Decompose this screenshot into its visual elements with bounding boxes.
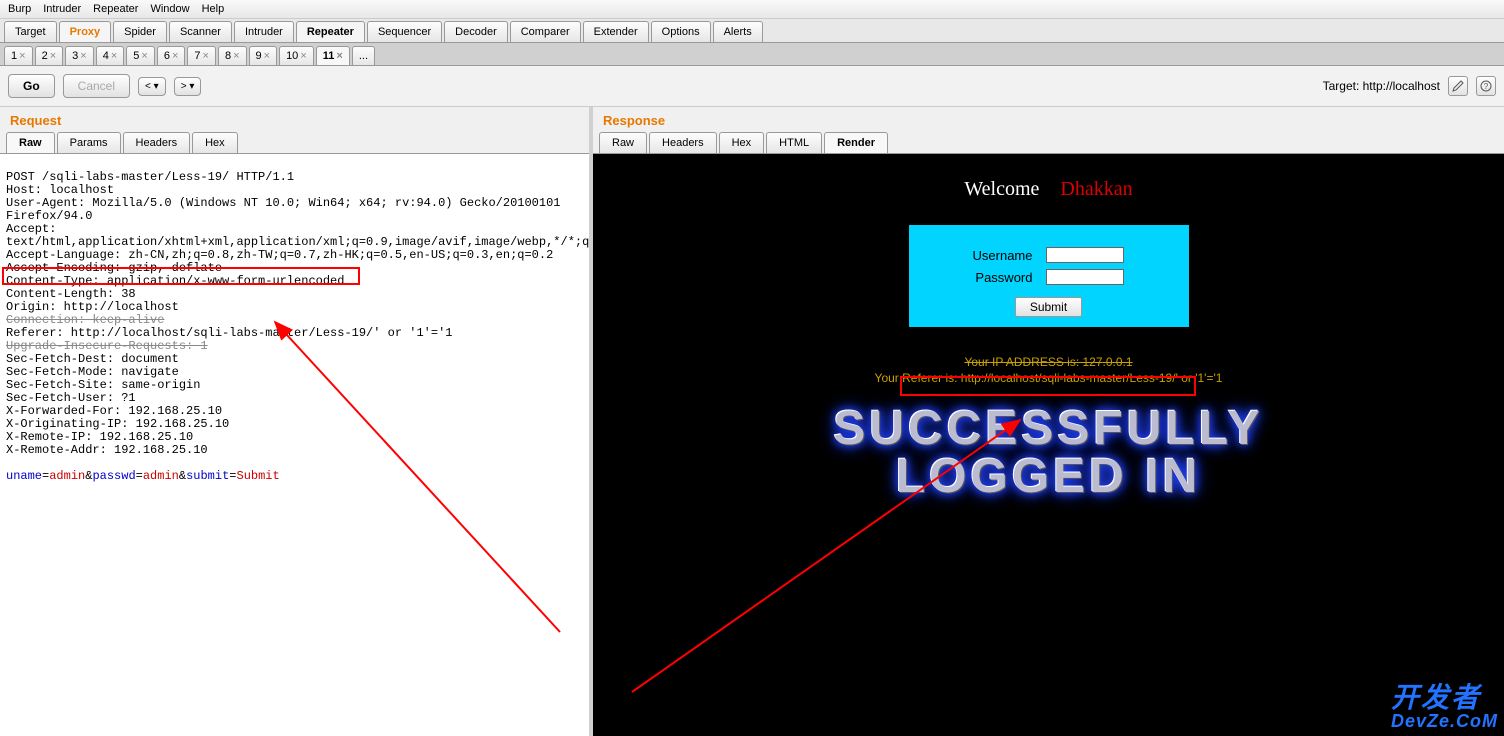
- request-tab-raw[interactable]: Raw: [6, 132, 55, 153]
- session-tab-6[interactable]: 6×: [157, 46, 186, 65]
- response-tab-render[interactable]: Render: [824, 132, 888, 153]
- response-pane: Response Raw Headers Hex HTML Render Wel…: [593, 107, 1504, 736]
- username-label: Username: [967, 245, 1039, 265]
- request-tab-headers[interactable]: Headers: [123, 132, 191, 153]
- watermark: 开发者 DevZe.CoM: [1391, 684, 1498, 730]
- tab-sequencer[interactable]: Sequencer: [367, 21, 442, 42]
- menu-window[interactable]: Window: [150, 3, 189, 15]
- session-tab-more[interactable]: ...: [352, 46, 375, 65]
- submit-button[interactable]: Submit: [1015, 297, 1082, 317]
- session-tab-1[interactable]: 1×: [4, 46, 33, 65]
- response-sub-tabs: Raw Headers Hex HTML Render: [593, 132, 1504, 154]
- request-raw-editor[interactable]: POST /sqli-labs-master/Less-19/ HTTP/1.1…: [0, 154, 589, 736]
- request-tab-hex[interactable]: Hex: [192, 132, 238, 153]
- session-tab-2[interactable]: 2×: [35, 46, 64, 65]
- response-tab-headers[interactable]: Headers: [649, 132, 717, 153]
- response-tab-raw[interactable]: Raw: [599, 132, 647, 153]
- username-input[interactable]: [1046, 247, 1124, 263]
- go-button[interactable]: Go: [8, 74, 55, 98]
- session-tab-8[interactable]: 8×: [218, 46, 247, 65]
- welcome-text: Welcome: [964, 178, 1039, 200]
- password-label: Password: [967, 267, 1039, 287]
- tab-repeater[interactable]: Repeater: [296, 21, 365, 42]
- request-headers-pre: POST /sqli-labs-master/Less-19/ HTTP/1.1…: [6, 170, 589, 314]
- cancel-button[interactable]: Cancel: [63, 74, 130, 98]
- password-input[interactable]: [1046, 269, 1124, 285]
- tab-comparer[interactable]: Comparer: [510, 21, 581, 42]
- help-icon[interactable]: ?: [1476, 76, 1496, 96]
- request-tab-params[interactable]: Params: [57, 132, 121, 153]
- response-tab-hex[interactable]: Hex: [719, 132, 765, 153]
- session-tab-4[interactable]: 4×: [96, 46, 125, 65]
- request-pane: Request Raw Params Headers Hex POST /sql…: [0, 107, 593, 736]
- request-referer-line: Referer: http://localhost/sqli-labs-mast…: [6, 326, 452, 340]
- request-sub-tabs: Raw Params Headers Hex: [0, 132, 589, 154]
- menubar: Burp Intruder Repeater Window Help: [0, 0, 1504, 19]
- tab-scanner[interactable]: Scanner: [169, 21, 232, 42]
- tab-intruder[interactable]: Intruder: [234, 21, 294, 42]
- request-title: Request: [0, 107, 589, 132]
- session-tab-3[interactable]: 3×: [65, 46, 94, 65]
- menu-intruder[interactable]: Intruder: [43, 3, 81, 15]
- session-tab-10[interactable]: 10×: [279, 46, 314, 65]
- menu-burp[interactable]: Burp: [8, 3, 31, 15]
- tab-target[interactable]: Target: [4, 21, 57, 42]
- tab-extender[interactable]: Extender: [583, 21, 649, 42]
- history-prev-button[interactable]: < ▾: [138, 77, 166, 96]
- session-tab-9[interactable]: 9×: [249, 46, 278, 65]
- target-label: Target: http://localhost: [1323, 79, 1440, 93]
- repeater-session-tabs: 1× 2× 3× 4× 5× 6× 7× 8× 9× 10× 11× ...: [0, 43, 1504, 66]
- session-tab-7[interactable]: 7×: [187, 46, 216, 65]
- menu-repeater[interactable]: Repeater: [93, 3, 138, 15]
- main-tabs: Target Proxy Spider Scanner Intruder Rep…: [0, 19, 1504, 43]
- request-upgrade-line: Upgrade-Insecure-Requests: 1: [6, 339, 208, 353]
- edit-target-icon[interactable]: [1448, 76, 1468, 96]
- tab-spider[interactable]: Spider: [113, 21, 167, 42]
- request-connection-line: Connection: keep-alive: [6, 313, 164, 327]
- tab-decoder[interactable]: Decoder: [444, 21, 508, 42]
- tab-proxy[interactable]: Proxy: [59, 21, 112, 42]
- success-banner: SUCCESSFULLY LOGGED IN: [593, 405, 1504, 501]
- response-tab-html[interactable]: HTML: [766, 132, 822, 153]
- response-render-view: Welcome Dhakkan Username Password Submit…: [593, 154, 1504, 736]
- menu-help[interactable]: Help: [202, 3, 225, 15]
- request-headers-post: Sec-Fetch-Dest: document Sec-Fetch-Mode:…: [6, 352, 229, 457]
- ip-address-line: Your IP ADDRESS is: 127.0.0.1: [593, 355, 1504, 369]
- welcome-name: Dhakkan: [1060, 178, 1132, 200]
- repeater-toolbar: Go Cancel < ▾ > ▾ Target: http://localho…: [0, 66, 1504, 107]
- svg-text:?: ?: [1484, 82, 1489, 91]
- tab-alerts[interactable]: Alerts: [713, 21, 763, 42]
- response-title: Response: [593, 107, 1504, 132]
- history-next-button[interactable]: > ▾: [174, 77, 202, 96]
- request-body: uname=admin&passwd=admin&submit=Submit: [6, 469, 280, 483]
- welcome-heading: Welcome Dhakkan: [593, 154, 1504, 201]
- session-tab-5[interactable]: 5×: [126, 46, 155, 65]
- tab-options[interactable]: Options: [651, 21, 711, 42]
- annotation-box-response: [900, 376, 1196, 396]
- login-form: Username Password Submit: [909, 225, 1189, 327]
- session-tab-11[interactable]: 11×: [316, 46, 350, 65]
